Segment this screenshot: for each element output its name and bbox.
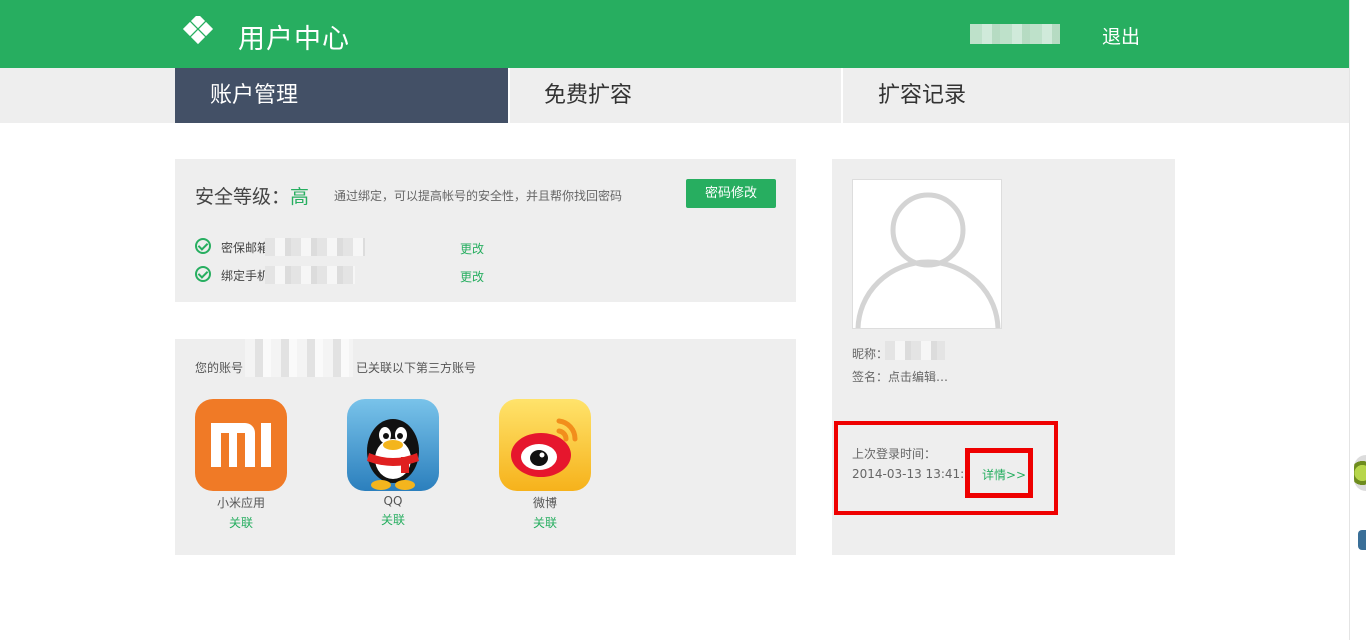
change-password-button[interactable]: 密码修改 xyxy=(686,179,776,208)
app-name: 微博 xyxy=(532,496,557,510)
linked-app-xiaomi[interactable]: 小米应用 关联 xyxy=(195,399,287,531)
linked-accounts-prefix: 您的账号 xyxy=(195,361,244,375)
app-link-status[interactable]: 关联 xyxy=(195,514,287,531)
security-item-label: 密保邮箱 xyxy=(221,241,270,255)
page: 用户中心 退出 账户管理 免费扩容 扩容记录 安全等级：高 通过绑定，可以提高帐… xyxy=(0,0,1366,640)
linked-accounts-suffix: 已关联以下第三方账号 xyxy=(356,361,477,375)
avatar[interactable] xyxy=(852,179,1002,329)
security-description: 通过绑定，可以提高帐号的安全性，并且帮你找回密码 xyxy=(334,189,623,203)
check-circle-icon xyxy=(195,238,211,254)
security-level-label: 安全等级： xyxy=(195,186,291,208)
weibo-logo-icon xyxy=(499,399,591,491)
default-user-icon xyxy=(855,192,1001,328)
linked-app-qq[interactable]: QQ 关联 xyxy=(347,399,439,528)
app-name: 小米应用 xyxy=(216,496,265,510)
tab-free-expansion[interactable]: 免费扩容 xyxy=(509,68,842,123)
signature-row: 签名：点击编辑… xyxy=(852,368,948,385)
floating-side-tab-icon[interactable] xyxy=(1358,530,1366,550)
qq-penguin-icon xyxy=(347,399,439,491)
phone-redacted xyxy=(265,266,355,284)
tab-bar: 账户管理 免费扩容 扩容记录 xyxy=(0,68,1349,123)
nickname-redacted xyxy=(885,341,945,360)
tab-expansion-records[interactable]: 扩容记录 xyxy=(843,68,1176,123)
security-panel: 安全等级：高 通过绑定，可以提高帐号的安全性，并且帮你找回密码 密码修改 密保邮… xyxy=(175,159,796,302)
logo-icon xyxy=(182,16,214,45)
username-redacted xyxy=(970,24,1060,44)
check-circle-icon xyxy=(195,266,211,282)
app-link-status[interactable]: 关联 xyxy=(499,514,591,531)
security-level-value: 高 xyxy=(290,186,310,208)
security-item-label: 绑定手机 xyxy=(221,269,270,283)
login-details-link[interactable]: 详情>> xyxy=(982,466,1026,483)
app-name: QQ xyxy=(383,494,403,508)
mi-logo-icon xyxy=(195,399,287,491)
signature-edit-link[interactable]: 点击编辑… xyxy=(888,370,948,384)
change-phone-link[interactable]: 更改 xyxy=(460,268,484,285)
security-level-title: 安全等级：高 xyxy=(195,182,309,209)
change-email-link[interactable]: 更改 xyxy=(460,240,484,257)
floating-widget-icon[interactable] xyxy=(1354,455,1366,491)
page-title: 用户中心 xyxy=(238,24,350,55)
account-redacted xyxy=(245,339,353,377)
signature-label: 签名： xyxy=(852,370,889,384)
linked-app-weibo[interactable]: 微博 关联 xyxy=(499,399,591,531)
top-header: 用户中心 退出 xyxy=(0,0,1349,68)
logout-link[interactable]: 退出 xyxy=(1102,22,1140,49)
app-link-status[interactable]: 关联 xyxy=(347,511,439,528)
profile-panel: 昵称： 签名：点击编辑… 上次登录时间： 2014-03-13 13:41:32… xyxy=(832,159,1175,555)
tab-account-management[interactable]: 账户管理 xyxy=(175,68,508,123)
email-redacted xyxy=(265,238,365,256)
linked-accounts-panel: 您的账号 已关联以下第三方账号 小米应用 关联 QQ 关联 微博 关联 xyxy=(175,339,796,555)
nickname-label: 昵称： xyxy=(852,347,889,361)
